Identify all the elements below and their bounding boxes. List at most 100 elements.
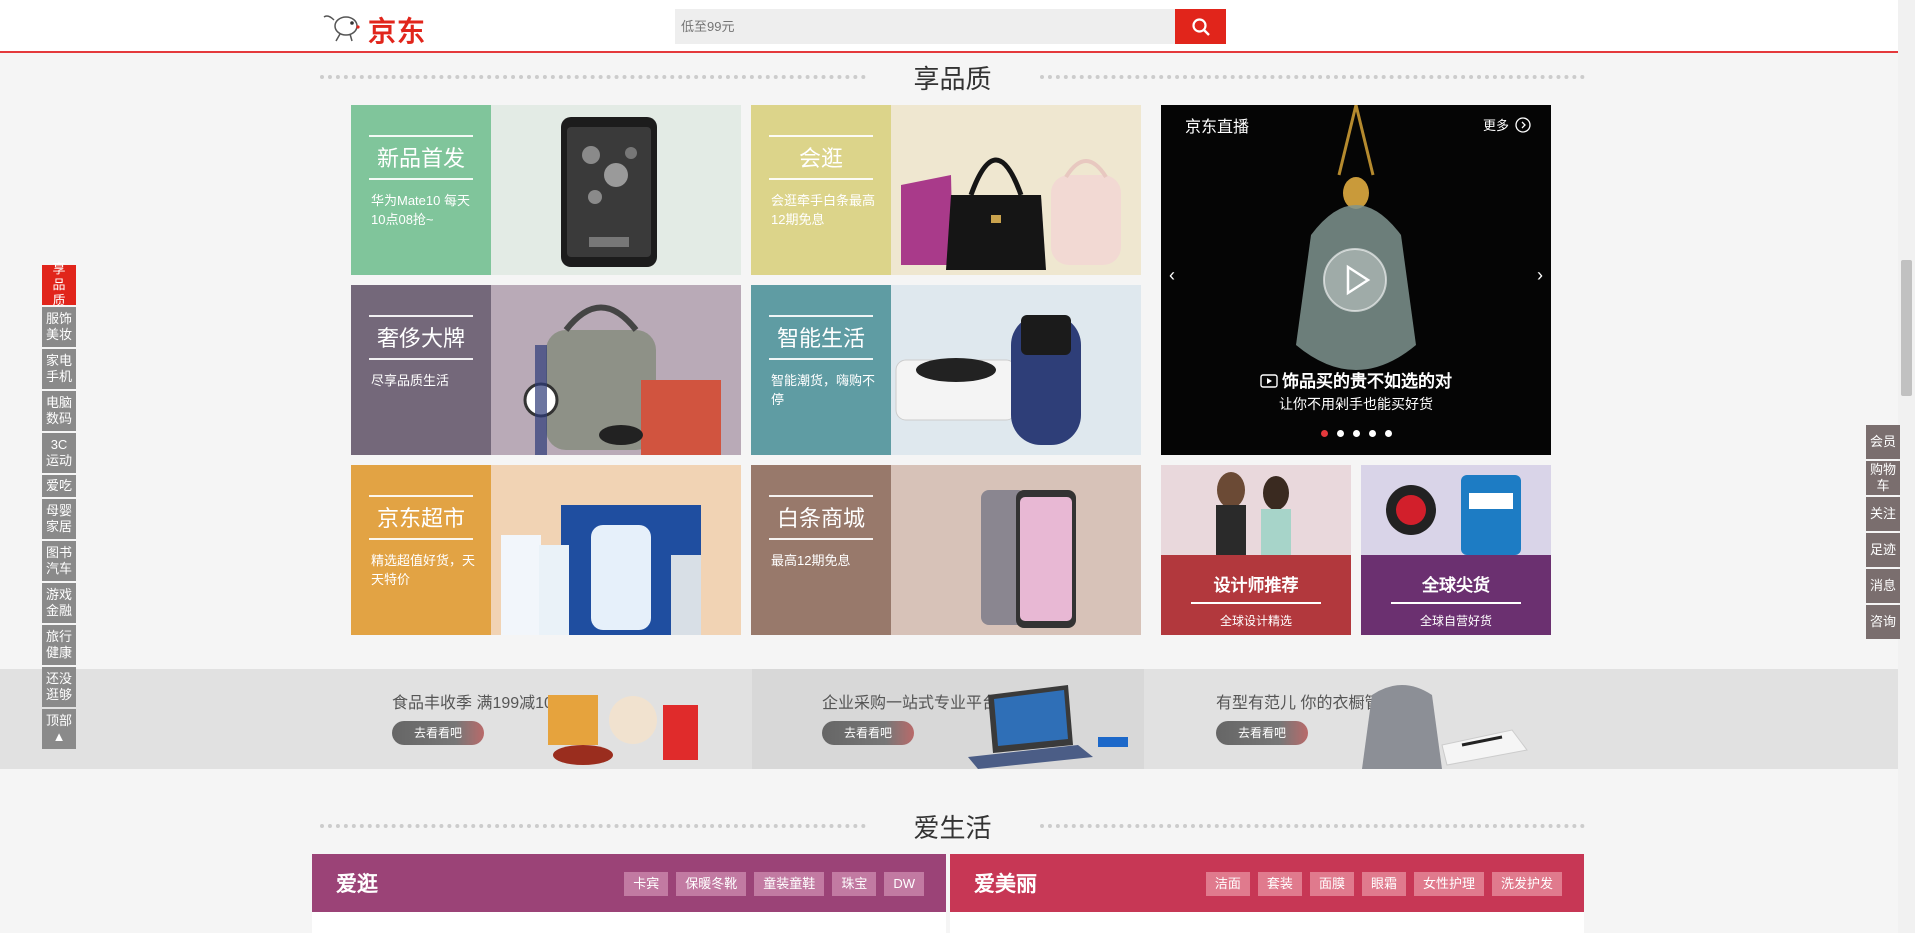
promo-button[interactable]: 去看看吧 [822, 721, 914, 745]
search-button[interactable] [1175, 9, 1226, 44]
divider [1391, 602, 1521, 604]
tile-name: 会逛 [798, 146, 843, 171]
tag-link[interactable]: 面膜 [1309, 872, 1354, 896]
global-goods-image [1361, 465, 1551, 555]
tile-name: 智能生活 [776, 326, 865, 351]
carousel-prev-arrow[interactable]: ‹ [1169, 265, 1175, 286]
toolbar-history[interactable]: 足迹 [1866, 533, 1900, 567]
carousel-dot[interactable] [1336, 430, 1344, 437]
carousel-next-arrow[interactable]: › [1537, 265, 1543, 286]
arrow-up-icon: ▲ [52, 729, 66, 744]
search-input[interactable] [675, 9, 1175, 44]
divider [769, 538, 873, 540]
tile-label-panel: 白条商城 最高12期免息 [751, 465, 891, 635]
card-global-goods[interactable]: 全球尖货 全球自营好货 [1361, 465, 1551, 635]
carousel-dot[interactable] [1320, 430, 1328, 437]
floor-nav-item[interactable]: 服饰美妆 [42, 307, 76, 347]
life-panel-name[interactable]: 爱美丽 [974, 868, 1037, 898]
live-caption-title: 饰品买的贵不如选的对 [1161, 367, 1551, 392]
tag-link[interactable]: 洗发护发 [1491, 872, 1562, 896]
tag-link[interactable]: DW [884, 872, 924, 896]
divider [369, 315, 473, 317]
promo-button[interactable]: 去看看吧 [392, 721, 484, 745]
tag-link[interactable]: 眼霜 [1361, 872, 1406, 896]
floor-nav-item[interactable]: 爱吃 [42, 475, 76, 497]
divider [369, 358, 473, 360]
tile-new-arrivals[interactable]: 新品首发 华为Mate10 每天10点08抢~ [351, 105, 741, 275]
jd-dog-mascot-icon [323, 15, 360, 42]
floor-nav-item[interactable]: 还没逛够 [42, 667, 76, 707]
tag-link[interactable]: 珠宝 [832, 872, 877, 896]
divider [769, 358, 873, 360]
more-text: 更多 [1482, 118, 1509, 133]
tile-supermarket[interactable]: 京东超市 精选超值好货，天天特价 [351, 465, 741, 635]
tag-link[interactable]: 童装童鞋 [754, 872, 825, 896]
page-scrollbar[interactable] [1898, 0, 1915, 933]
carousel-dot[interactable] [1368, 430, 1376, 437]
promo-button[interactable]: 去看看吧 [1216, 721, 1308, 745]
floor-nav-item[interactable]: 母婴家居 [42, 499, 76, 539]
tag-link[interactable]: 卡宾 [624, 872, 669, 896]
toolbar-cart[interactable]: 购物车 [1866, 461, 1900, 495]
floor-nav-item[interactable]: 3C运动 [42, 433, 76, 473]
carousel-dot[interactable] [1352, 430, 1360, 437]
floor-nav-item[interactable]: 旅行健康 [42, 625, 76, 665]
back-to-top-button[interactable]: 顶部 ▲ [42, 709, 76, 749]
top-header: 京东 [0, 0, 1898, 53]
tile-desc: 会逛牵手白条最高12期免息 [771, 193, 876, 227]
floor-nav: 享品质 服饰美妆 家电手机 电脑数码 3C运动 爱吃 母婴家居 图书汽车 游戏金… [42, 261, 76, 751]
scrollbar-thumb[interactable] [1901, 260, 1912, 396]
tag-link[interactable]: 保暖冬靴 [676, 872, 747, 896]
chevron-right-circle-icon [1515, 116, 1531, 133]
play-icon[interactable] [1322, 247, 1388, 313]
jd-logo[interactable]: 京东 [322, 6, 432, 47]
tag-link[interactable]: 套装 [1257, 872, 1302, 896]
live-more-link[interactable]: 更多 [1483, 115, 1531, 134]
floor-nav-item[interactable]: 游戏金融 [42, 583, 76, 623]
life-panel-tags: 洁面 套装 面膜 眼霜 女性护理 洗发护发 [1205, 872, 1562, 896]
caption-title-text: 饰品买的贵不如选的对 [1282, 372, 1452, 391]
tag-link[interactable]: 女性护理 [1413, 872, 1484, 896]
card-name: 设计师推荐 [1213, 576, 1299, 595]
search-icon [1191, 17, 1210, 36]
life-panel-body [950, 912, 1584, 933]
tile-browse[interactable]: 会逛 会逛牵手白条最高12期免息 [751, 105, 1141, 275]
luxury-product-image [491, 285, 741, 455]
tile-baitiao-mall[interactable]: 白条商城 最高12期免息 [751, 465, 1141, 635]
promo-food[interactable]: 食品丰收季 满199减100 去看看吧 [322, 669, 714, 769]
promo-wardrobe[interactable]: 有型有范儿 你的衣橱管家 去看看吧 [1146, 669, 1538, 769]
floor-nav-item[interactable]: 电脑数码 [42, 391, 76, 431]
divider [369, 178, 473, 180]
floor-nav-item[interactable]: 家电手机 [42, 349, 76, 389]
tile-desc: 最高12期免息 [771, 553, 851, 568]
title-dots-left [320, 824, 866, 828]
section-title-quality: 享品质 [320, 60, 1586, 94]
jd-live-carousel[interactable]: 京东直播 更多 ‹ › 饰品买的贵不如选的对 让你不用剁手也能买好货 [1161, 105, 1551, 455]
carousel-dot[interactable] [1384, 430, 1392, 437]
promo-enterprise[interactable]: 企业采购一站式专业平台 去看看吧 [752, 669, 1144, 769]
milk-product-image [491, 465, 741, 635]
toolbar-consult[interactable]: 咨询 [1866, 605, 1900, 639]
floor-nav-item[interactable]: 图书汽车 [42, 541, 76, 581]
phone-product-image [491, 105, 741, 275]
logo-text: 京东 [368, 16, 427, 47]
card-band: 设计师推荐 全球设计精选 [1161, 555, 1351, 635]
toolbar-follow[interactable]: 关注 [1866, 497, 1900, 531]
toolbar-member[interactable]: 会员 [1866, 425, 1900, 459]
tile-label-panel: 智能生活 智能潮货，嗨购不停 [751, 285, 891, 455]
tile-luxury[interactable]: 奢侈大牌 尽享品质生活 [351, 285, 741, 455]
card-sub: 全球设计精选 [1219, 614, 1292, 628]
life-panel-name[interactable]: 爱逛 [336, 868, 378, 898]
tile-smart-life[interactable]: 智能生活 智能潮货，嗨购不停 [751, 285, 1141, 455]
life-panel-header-aimeili: 爱美丽 洁面 套装 面膜 眼霜 女性护理 洗发护发 [950, 854, 1584, 912]
divider [769, 178, 873, 180]
right-toolbar: 会员 购物车 关注 足迹 消息 咨询 [1866, 425, 1900, 641]
toolbar-messages[interactable]: 消息 [1866, 569, 1900, 603]
floor-nav-item[interactable]: 享品质 [42, 261, 76, 308]
live-label: 京东直播 [1185, 119, 1250, 136]
tag-link[interactable]: 洁面 [1205, 872, 1250, 896]
tile-desc: 华为Mate10 每天10点08抢~ [371, 193, 470, 227]
tile-name: 京东超市 [376, 506, 465, 531]
laptop-tablet-image [968, 685, 1128, 769]
card-designer-picks[interactable]: 设计师推荐 全球设计精选 [1161, 465, 1351, 635]
